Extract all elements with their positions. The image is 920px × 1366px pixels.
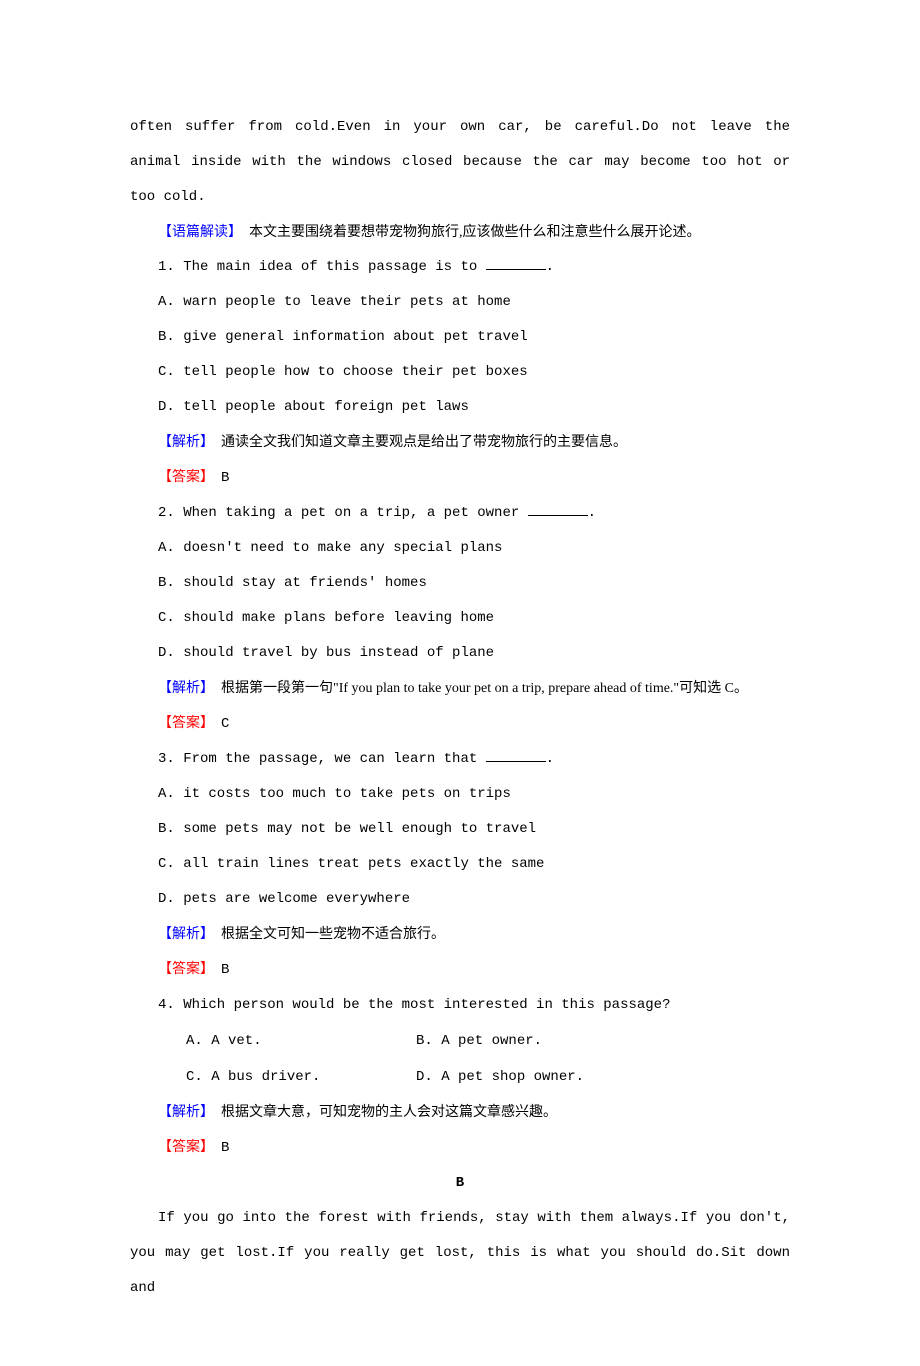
q2-option-b: B. should stay at friends' homes xyxy=(130,566,790,601)
q2-explanation: 【解析】 根据第一段第一句"If you plan to take your p… xyxy=(130,671,790,706)
q1-option-a: A. warn people to leave their pets at ho… xyxy=(130,285,790,320)
q4-explanation: 【解析】 根据文章大意，可知宠物的主人会对这篇文章感兴趣。 xyxy=(130,1095,790,1130)
explanation-label: 【解析】 xyxy=(158,435,207,450)
q1-stem-end: . xyxy=(546,259,554,275)
q1-stem: 1. The main idea of this passage is to . xyxy=(130,250,790,285)
q2-stem-end: . xyxy=(588,505,596,521)
q4-options-row-1: A. A vet.B. A pet owner. xyxy=(130,1023,790,1059)
q3-stem: 3. From the passage, we can learn that . xyxy=(130,742,790,777)
q1-stem-text: 1. The main idea of this passage is to xyxy=(158,259,486,275)
explanation-text: 根据全文可知一些宠物不适合旅行。 xyxy=(207,927,445,942)
q3-option-d: D. pets are welcome everywhere xyxy=(130,882,790,917)
q1-option-d: D. tell people about foreign pet laws xyxy=(130,390,790,425)
q2-stem-text: 2. When taking a pet on a trip, a pet ow… xyxy=(158,505,528,521)
q1-option-c: C. tell people how to choose their pet b… xyxy=(130,355,790,390)
q2-stem: 2. When taking a pet on a trip, a pet ow… xyxy=(130,496,790,531)
q4-options-row-2: C. A bus driver.D. A pet shop owner. xyxy=(130,1059,790,1095)
answer-text: B xyxy=(207,962,229,978)
q4-option-b: B. A pet owner. xyxy=(388,1024,542,1059)
answer-label: 【答案】 xyxy=(158,716,207,731)
q1-option-b: B. give general information about pet tr… xyxy=(130,320,790,355)
q3-stem-text: 3. From the passage, we can learn that xyxy=(158,751,486,767)
q4-option-d: D. A pet shop owner. xyxy=(388,1060,584,1095)
q2-option-c: C. should make plans before leaving home xyxy=(130,601,790,636)
explanation-text: 通读全文我们知道文章主要观点是给出了带宠物旅行的主要信息。 xyxy=(207,435,627,450)
q1-answer: 【答案】 B xyxy=(130,460,790,496)
explanation-label: 【解析】 xyxy=(158,1105,207,1120)
q3-answer: 【答案】 B xyxy=(130,952,790,988)
q1-explanation: 【解析】 通读全文我们知道文章主要观点是给出了带宠物旅行的主要信息。 xyxy=(130,425,790,460)
passage-continued: often suffer from cold.Even in your own … xyxy=(130,110,790,215)
answer-text: B xyxy=(207,470,229,486)
lang-analysis: 【语篇解读】 本文主要围绕着要想带宠物狗旅行,应该做些什么和注意些什么展开论述。 xyxy=(130,215,790,250)
q2-option-d: D. should travel by bus instead of plane xyxy=(130,636,790,671)
blank xyxy=(486,747,546,762)
blank xyxy=(528,501,588,516)
q4-option-c: C. A bus driver. xyxy=(158,1060,388,1095)
answer-text: B xyxy=(207,1140,229,1156)
lang-analysis-label: 【语篇解读】 xyxy=(158,225,235,240)
answer-label: 【答案】 xyxy=(158,470,207,485)
answer-label: 【答案】 xyxy=(158,962,207,977)
answer-text: C xyxy=(207,716,229,732)
q3-stem-end: . xyxy=(546,751,554,767)
q3-explanation: 【解析】 根据全文可知一些宠物不适合旅行。 xyxy=(130,917,790,952)
q4-answer: 【答案】 B xyxy=(130,1130,790,1166)
q4-option-a: A. A vet. xyxy=(158,1024,388,1059)
q3-option-a: A. it costs too much to take pets on tri… xyxy=(130,777,790,812)
blank xyxy=(486,255,546,270)
explanation-text: 根据文章大意，可知宠物的主人会对这篇文章感兴趣。 xyxy=(207,1105,557,1120)
explanation-text: 根据第一段第一句"If you plan to take your pet on… xyxy=(207,681,748,696)
explanation-label: 【解析】 xyxy=(158,681,207,696)
passage-b-start: If you go into the forest with friends, … xyxy=(130,1201,790,1306)
q2-answer: 【答案】 C xyxy=(130,706,790,742)
q4-stem: 4. Which person would be the most intere… xyxy=(130,988,790,1023)
lang-analysis-text: 本文主要围绕着要想带宠物狗旅行,应该做些什么和注意些什么展开论述。 xyxy=(235,225,701,240)
q3-option-c: C. all train lines treat pets exactly th… xyxy=(130,847,790,882)
q3-option-b: B. some pets may not be well enough to t… xyxy=(130,812,790,847)
section-b-heading: B xyxy=(130,1166,790,1201)
explanation-label: 【解析】 xyxy=(158,927,207,942)
answer-label: 【答案】 xyxy=(158,1140,207,1155)
page: often suffer from cold.Even in your own … xyxy=(0,0,920,1366)
q2-option-a: A. doesn't need to make any special plan… xyxy=(130,531,790,566)
